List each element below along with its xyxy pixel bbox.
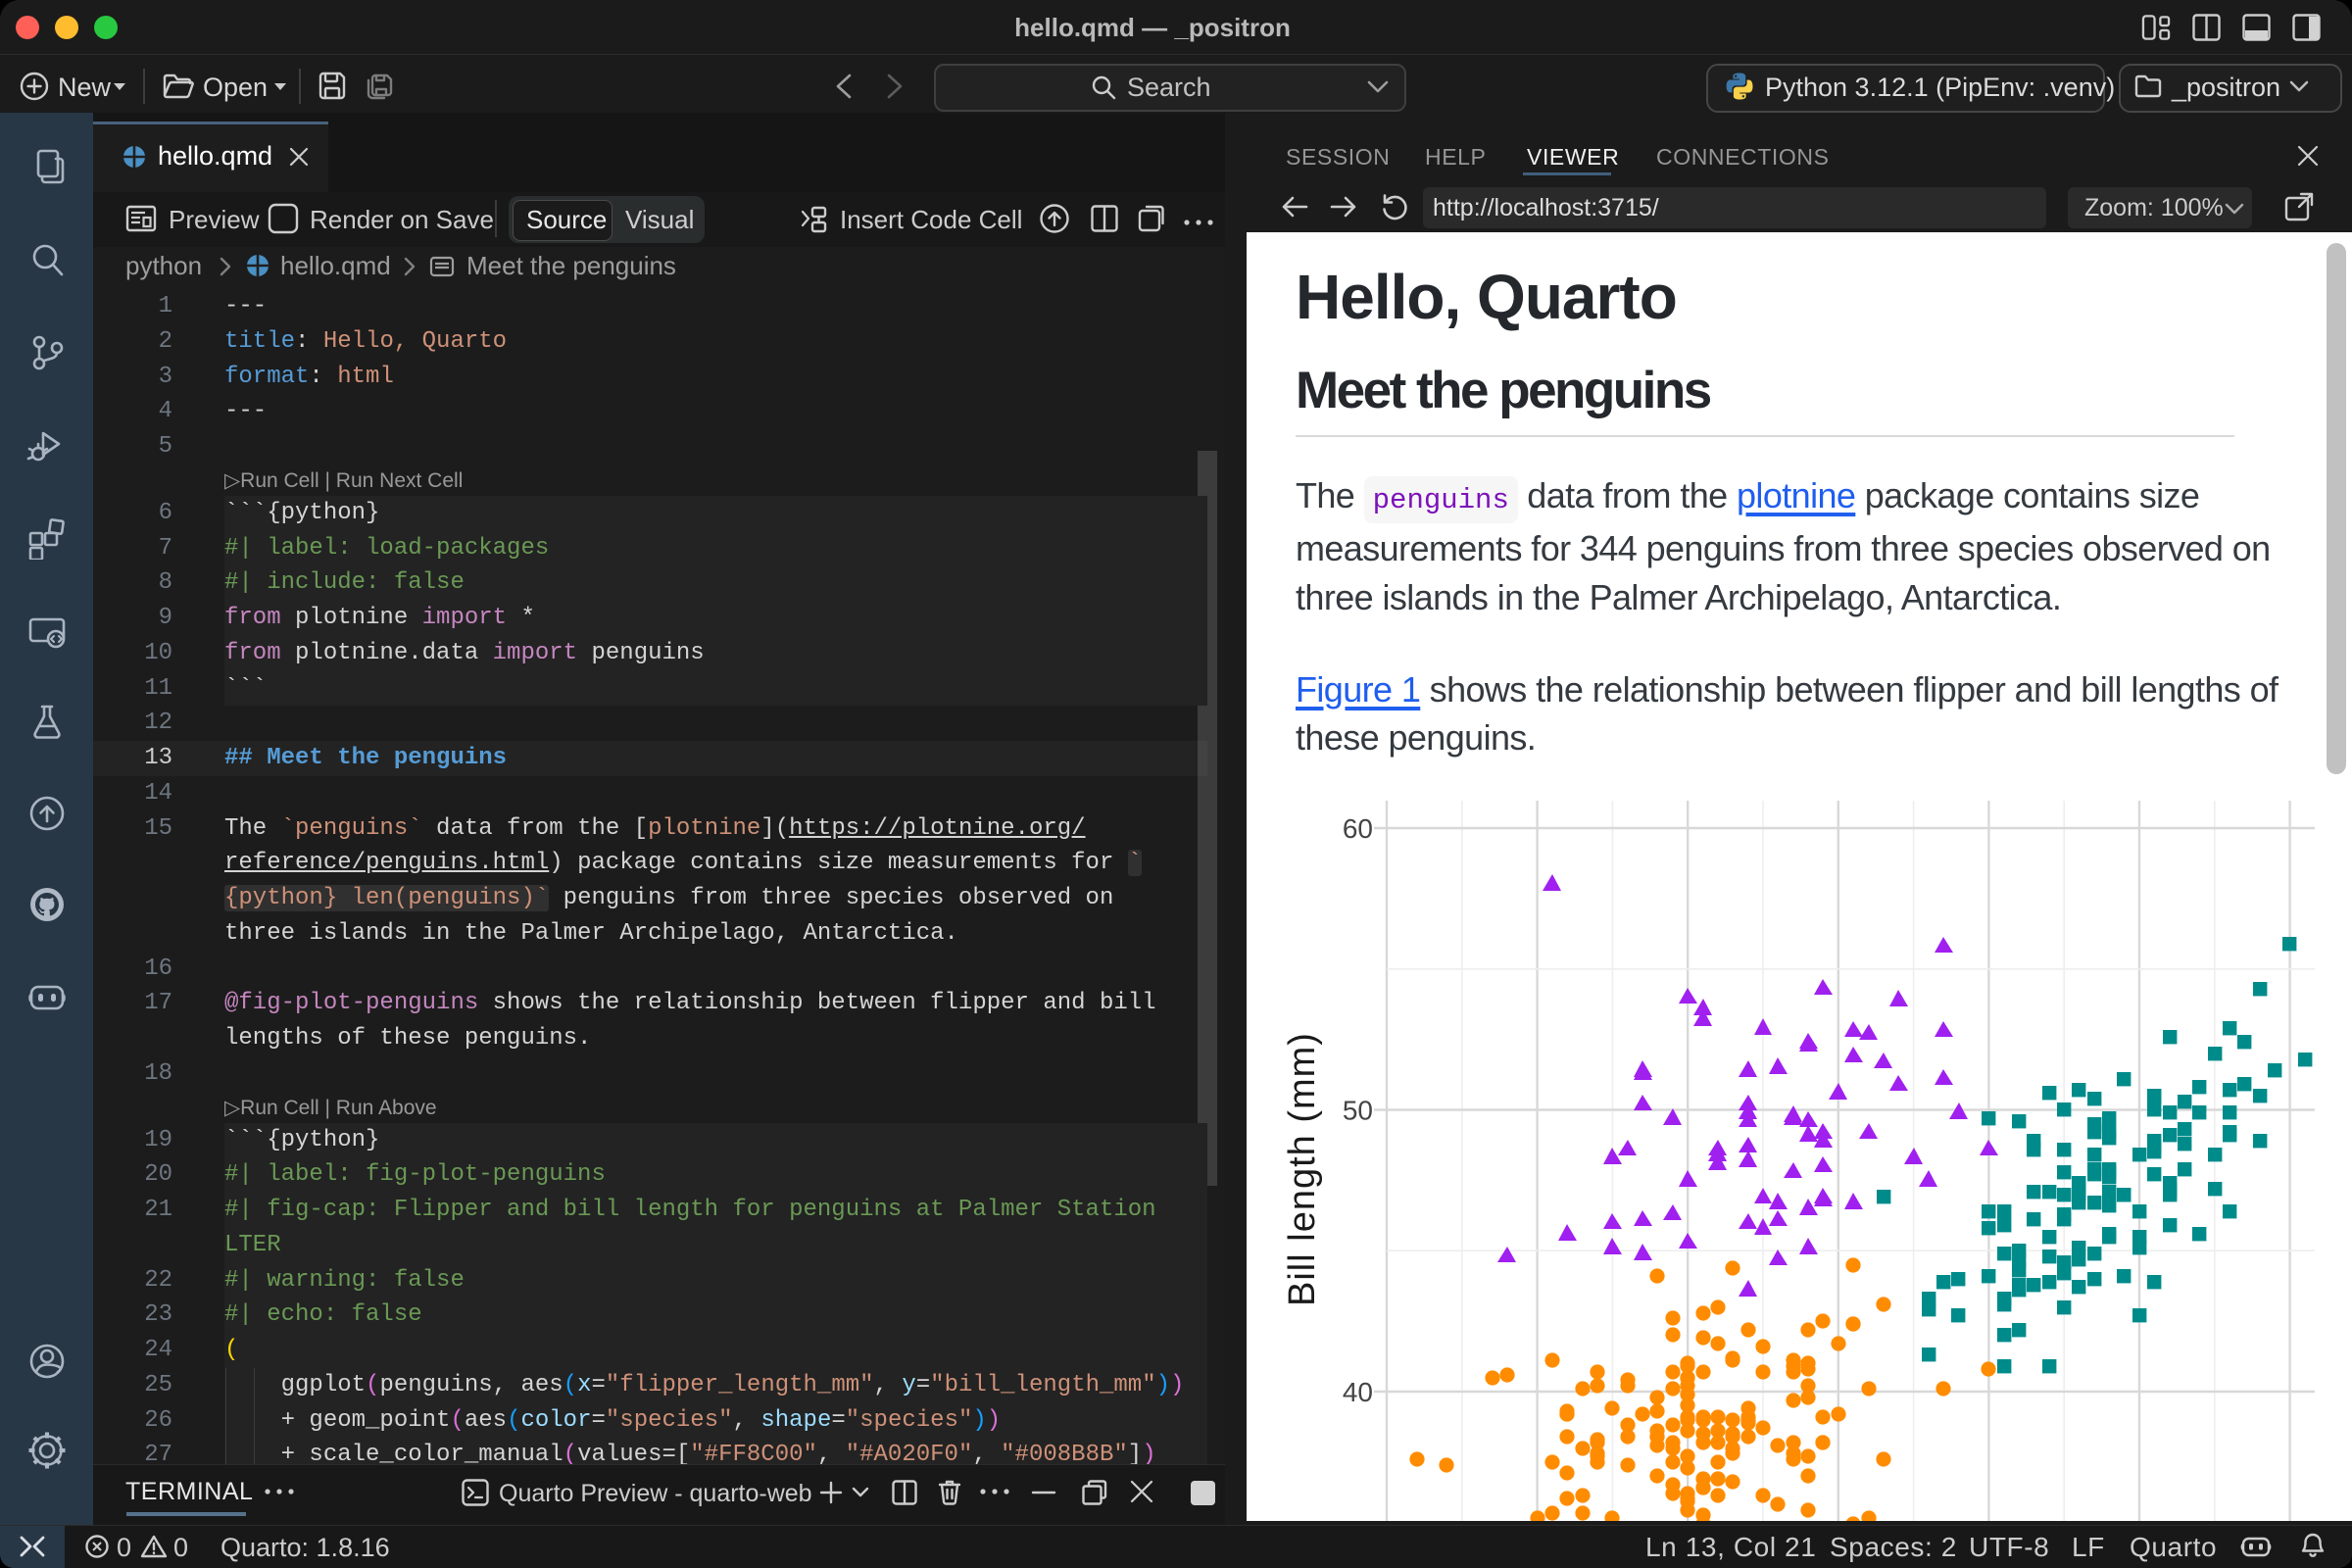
svg-text:50: 50 [1343, 1096, 1373, 1126]
svg-text:60: 60 [1343, 813, 1373, 844]
svg-text:40: 40 [1343, 1377, 1373, 1407]
svg-text:Bill length (mm): Bill length (mm) [1282, 1032, 1323, 1306]
